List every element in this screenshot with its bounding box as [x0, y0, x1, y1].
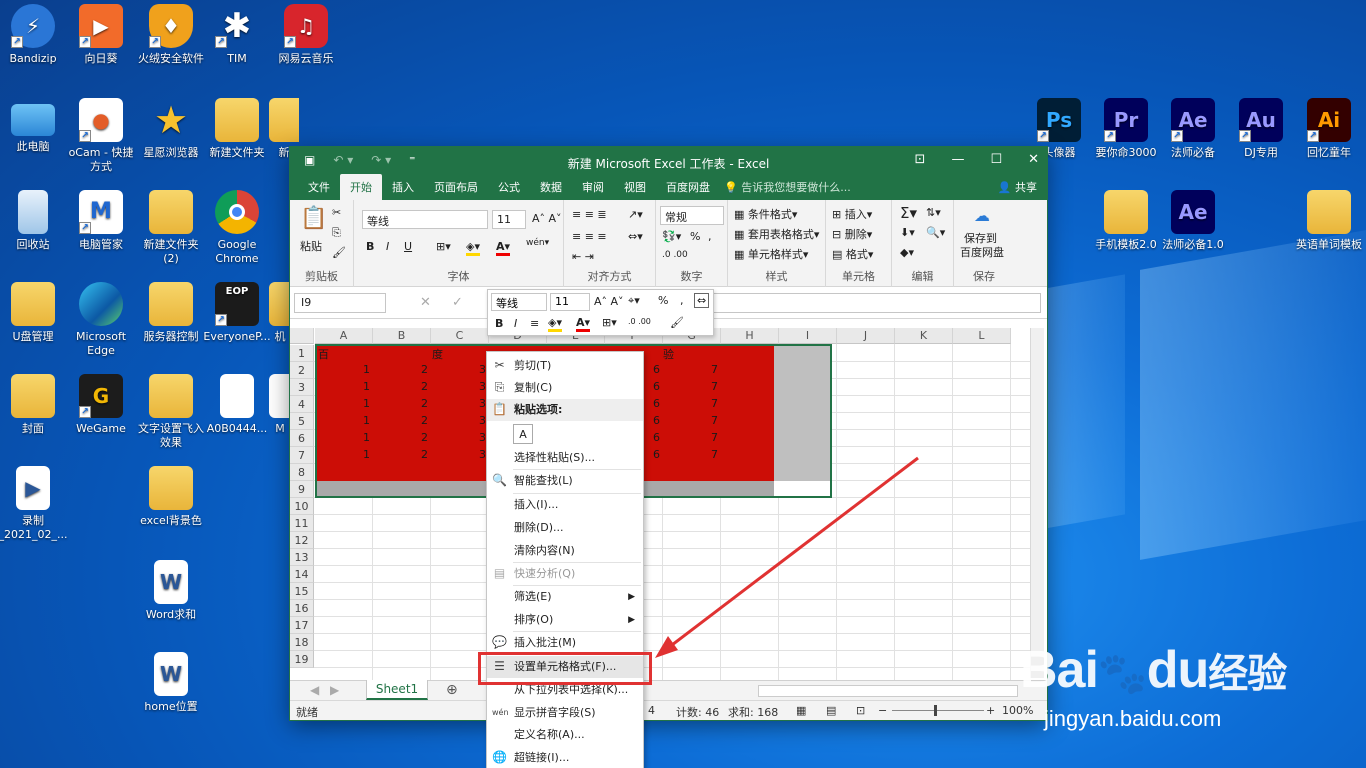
paw-icon: 🐾	[1097, 652, 1148, 696]
watermark-brand: Bai🐾du经验	[1020, 641, 1287, 699]
watermark-url: jingyan.baidu.com	[1044, 706, 1222, 731]
baidu-jingyan-watermark: Bai🐾du经验 jingyan.baidu.com	[1020, 640, 1287, 731]
